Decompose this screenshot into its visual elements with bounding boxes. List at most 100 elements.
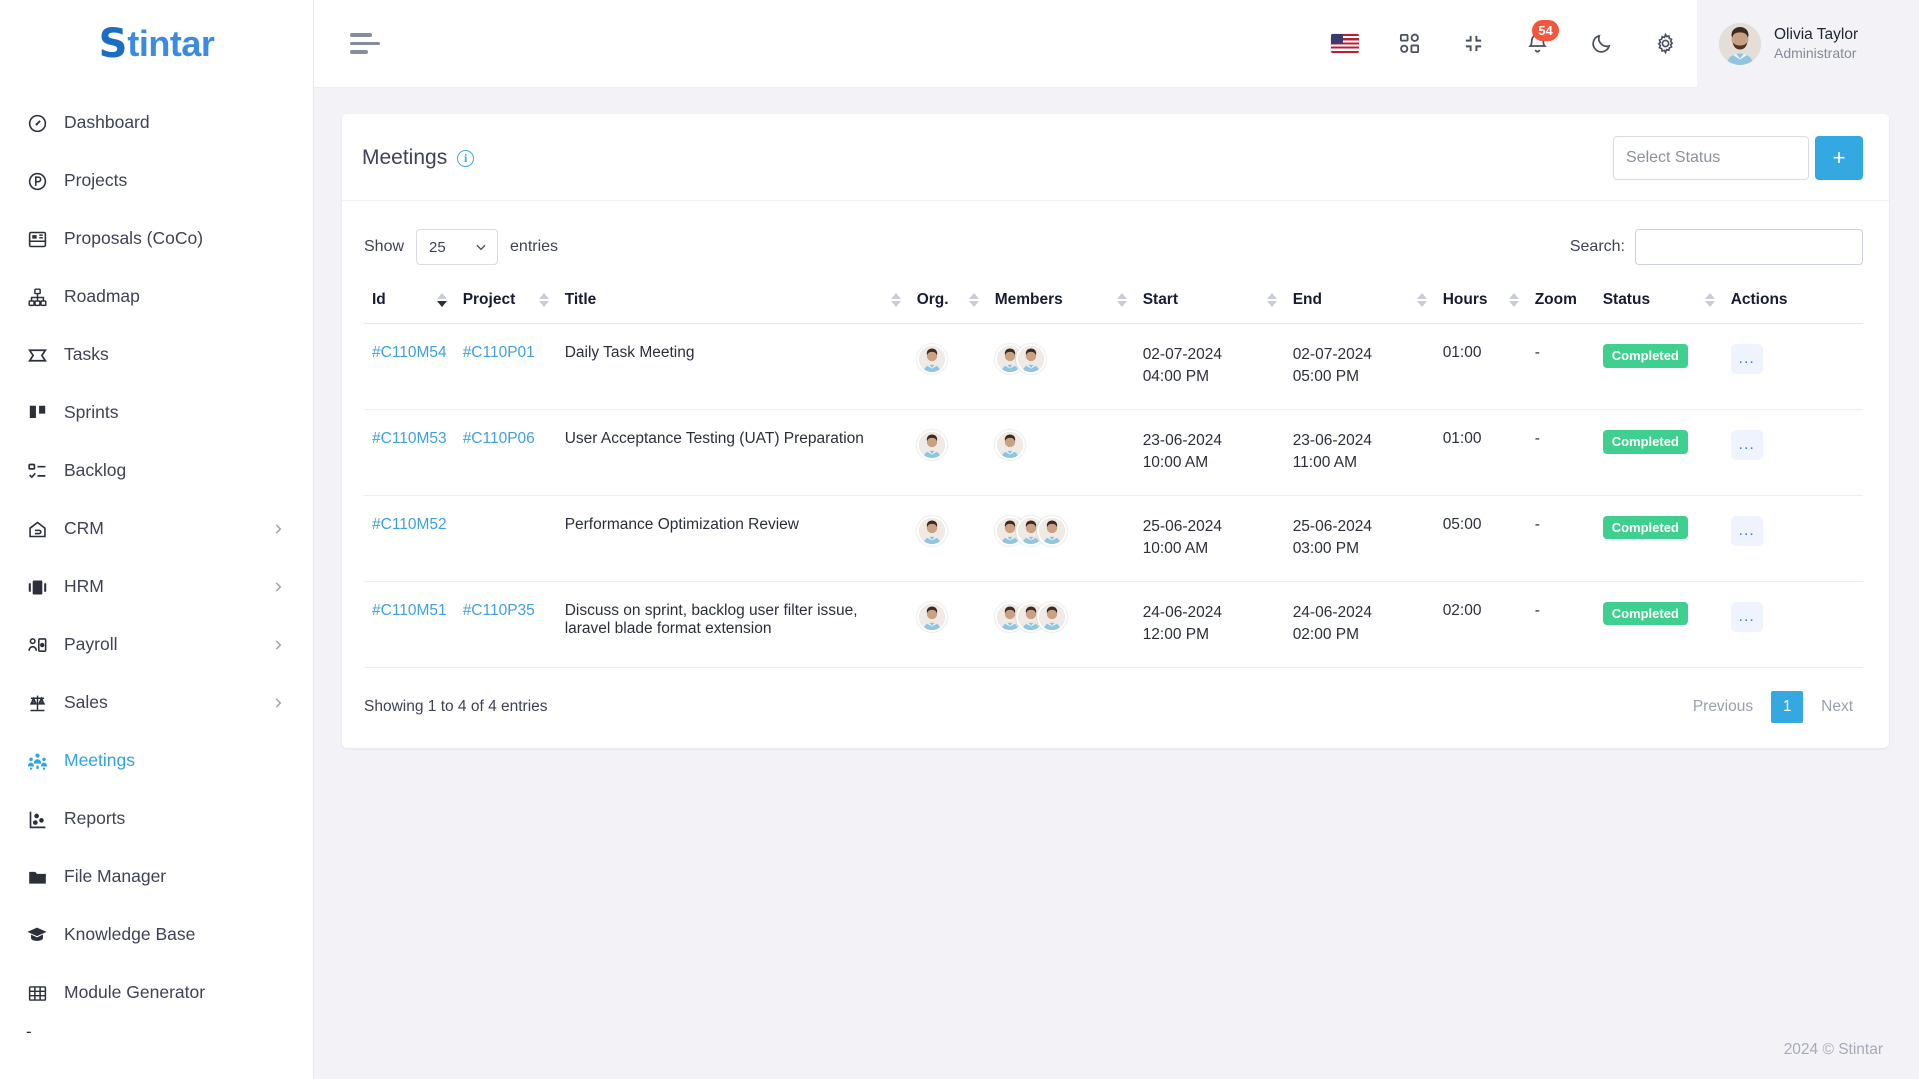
sort-icon	[436, 293, 447, 307]
chevron-right-icon	[271, 580, 285, 594]
cell-end: 23-06-2024 11:00 AM	[1284, 409, 1435, 496]
project-link[interactable]: #C110P35	[463, 602, 535, 619]
cell-start: 25-06-2024 10:00 AM	[1134, 495, 1285, 582]
sidebar-item-meetings[interactable]: Meetings	[0, 732, 313, 790]
avatar	[916, 515, 947, 546]
apps-grid-icon[interactable]	[1383, 18, 1435, 70]
pagination-next[interactable]: Next	[1811, 690, 1863, 724]
sidebar-item-label: Dashboard	[64, 112, 150, 133]
cell-id: #C110M54	[364, 323, 455, 410]
col-zoom: Zoom	[1526, 281, 1595, 324]
flag-us-icon[interactable]	[1319, 18, 1371, 70]
meeting-id-link[interactable]: #C110M53	[372, 430, 447, 447]
sidebar-item-proposals[interactable]: Proposals (CoCo)	[0, 210, 313, 268]
bell-icon[interactable]: 54	[1511, 18, 1563, 70]
col-project[interactable]: Project	[454, 281, 557, 324]
sidebar-item-sales[interactable]: Sales	[0, 674, 313, 732]
meeting-id-link[interactable]: #C110M52	[372, 516, 447, 533]
sidebar-item-module-generator[interactable]: Module Generator	[0, 964, 313, 1022]
chevron-right-icon	[271, 522, 285, 536]
sidebar-item-dashboard[interactable]: Dashboard	[0, 94, 313, 152]
sidebar-item-tasks[interactable]: Tasks	[0, 326, 313, 384]
cell-members	[986, 323, 1135, 410]
col-start[interactable]: Start	[1134, 281, 1285, 324]
table-row[interactable]: #C110M53 #C110P06 User Acceptance Testin…	[364, 409, 1863, 496]
end-time: 05:00 PM	[1292, 368, 1360, 386]
table-row[interactable]: #C110M51 #C110P35 Discuss on sprint, bac…	[364, 581, 1863, 668]
sidebar-item-label: Module Generator	[64, 982, 206, 1003]
row-actions-button[interactable]: ...	[1730, 515, 1763, 546]
sidebar-item-file-manager[interactable]: File Manager	[0, 848, 313, 906]
compress-icon[interactable]	[1447, 18, 1499, 70]
project-link[interactable]: #C110P01	[463, 344, 535, 361]
meeting-id-link[interactable]: #C110M54	[372, 344, 447, 361]
add-meeting-button[interactable]: +	[1815, 136, 1863, 180]
info-icon[interactable]: i	[457, 149, 475, 167]
col-actions-label: Actions	[1730, 291, 1788, 308]
table-row[interactable]: #C110M54 #C110P01 Daily Task Meeting 02-…	[364, 323, 1863, 410]
sidebar-item-projects[interactable]: Projects	[0, 152, 313, 210]
col-hours[interactable]: Hours	[1434, 281, 1527, 324]
col-id[interactable]: Id	[364, 281, 455, 324]
pagination-page-1[interactable]: 1	[1771, 690, 1804, 723]
app-root: Stintar Dashboard Projects Proposals (Co…	[0, 0, 1919, 1079]
end-date: 25-06-2024	[1292, 517, 1372, 535]
cell-hours: 02:00	[1434, 581, 1527, 668]
cell-actions: ...	[1722, 323, 1863, 410]
brand-logo[interactable]: Stintar	[0, 0, 313, 88]
col-end[interactable]: End	[1284, 281, 1435, 324]
sidebar-item-knowledge-base[interactable]: Knowledge Base	[0, 906, 313, 964]
page-size-select[interactable]: 25	[416, 229, 499, 265]
meeting-id-link[interactable]: #C110M51	[372, 602, 447, 619]
col-members-label: Members	[994, 291, 1063, 308]
sidebar-item-hrm[interactable]: HRM	[0, 558, 313, 616]
start-time: 12:00 PM	[1142, 626, 1210, 644]
cell-actions: ...	[1722, 495, 1863, 582]
org-avatars	[916, 429, 979, 460]
row-actions-button[interactable]: ...	[1730, 344, 1763, 374]
table-row[interactable]: #C110M52 Performance Optimization Review	[364, 495, 1863, 582]
hamburger-icon[interactable]	[350, 31, 384, 57]
gauge-icon	[26, 112, 48, 134]
end-date: 24-06-2024	[1292, 603, 1372, 621]
project-link[interactable]: #C110P06	[463, 430, 535, 447]
search-input[interactable]	[1635, 229, 1863, 265]
cell-actions: ...	[1722, 581, 1863, 668]
meetings-table: Id Project Title Org. Members Start End …	[364, 281, 1863, 668]
user-name: Olivia Taylor	[1774, 25, 1859, 43]
page-title: Meetings i	[362, 146, 475, 170]
moon-icon[interactable]	[1575, 18, 1627, 70]
cell-title: Performance Optimization Review	[556, 495, 909, 582]
search-control: Search:	[1570, 229, 1863, 265]
pagination-previous[interactable]: Previous	[1683, 690, 1763, 724]
sidebar-item-payroll[interactable]: Payroll	[0, 616, 313, 674]
sidebar-item-label: Payroll	[64, 634, 118, 655]
row-actions-button[interactable]: ...	[1730, 601, 1763, 632]
sidebar-item-roadmap[interactable]: Roadmap	[0, 268, 313, 326]
start-time: 10:00 AM	[1142, 454, 1209, 472]
cell-status: Completed	[1594, 581, 1723, 668]
sprints-icon	[26, 402, 48, 424]
sidebar-item-crm[interactable]: CRM	[0, 500, 313, 558]
cell-title: Discuss on sprint, backlog user filter i…	[556, 581, 909, 668]
col-members[interactable]: Members	[986, 281, 1135, 324]
end-time: 03:00 PM	[1292, 540, 1360, 558]
col-title[interactable]: Title	[556, 281, 909, 324]
sidebar-item-reports[interactable]: Reports	[0, 790, 313, 848]
crm-icon	[26, 518, 48, 540]
table-head: Id Project Title Org. Members Start End …	[364, 281, 1863, 324]
proposal-icon	[26, 228, 48, 250]
pagination: Previous 1 Next	[1683, 690, 1863, 724]
cell-members	[986, 495, 1135, 582]
sidebar-item-label: File Manager	[64, 866, 167, 887]
sidebar-item-backlog[interactable]: Backlog	[0, 442, 313, 500]
sales-scale-icon	[26, 692, 48, 714]
status-filter-select[interactable]: Select Status	[1613, 136, 1809, 180]
col-org[interactable]: Org.	[908, 281, 987, 324]
user-profile-menu[interactable]: Olivia Taylor Administrator	[1697, 0, 1919, 88]
sidebar-item-sprints[interactable]: Sprints	[0, 384, 313, 442]
row-actions-button[interactable]: ...	[1730, 429, 1763, 460]
gear-icon[interactable]	[1639, 18, 1691, 70]
col-status[interactable]: Status	[1594, 281, 1723, 324]
sidebar-item-partial[interactable]: -	[0, 1022, 313, 1062]
